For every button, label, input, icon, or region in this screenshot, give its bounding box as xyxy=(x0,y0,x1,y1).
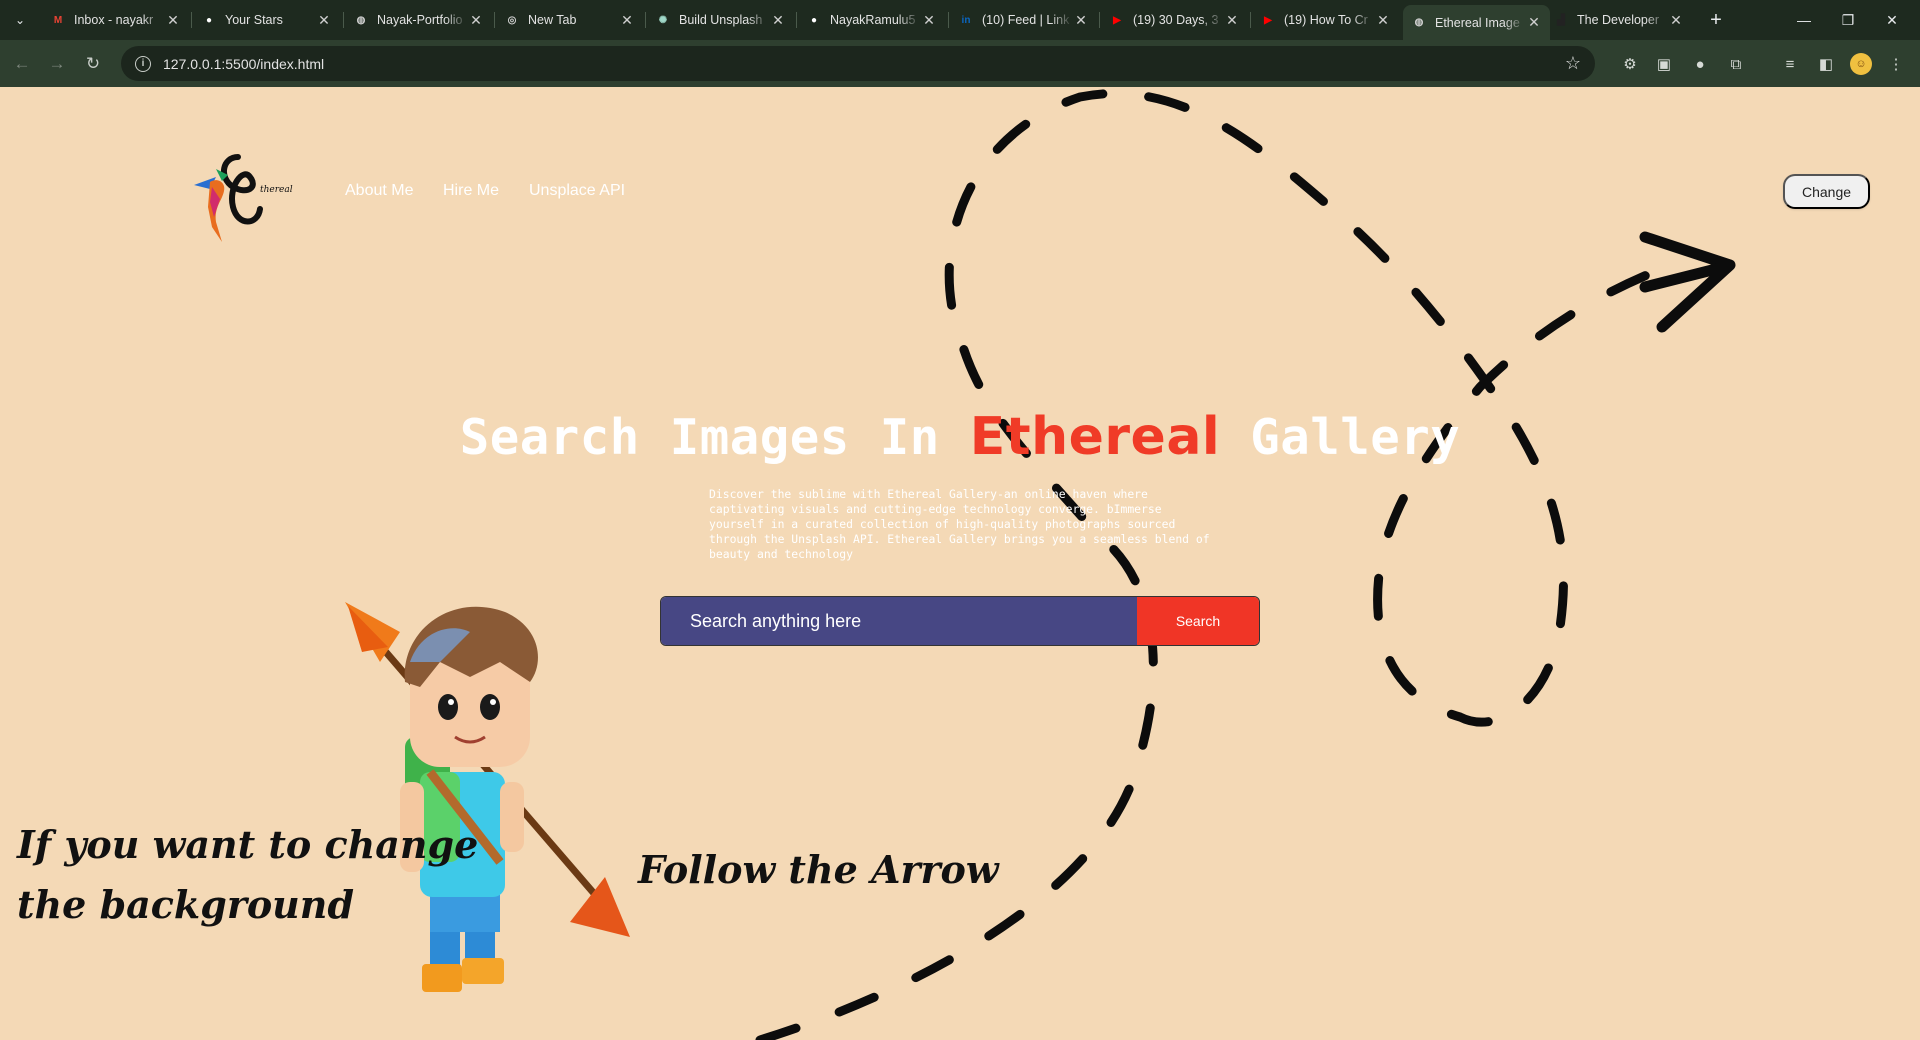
github-icon: ● xyxy=(205,14,213,26)
caption-follow-arrow: Follow the Arrow xyxy=(638,847,999,892)
tab-separator xyxy=(1099,12,1100,28)
browser-tab[interactable]: in (10) Feed | Link ✕ xyxy=(950,6,1097,34)
boy-with-arrow-illustration xyxy=(345,602,630,992)
tab-separator xyxy=(948,12,949,28)
hero-description: Discover the sublime with Ethereal Galle… xyxy=(709,487,1210,561)
tab-title: The Developer xyxy=(1577,13,1659,27)
tab-title: Inbox - nayakr xyxy=(74,13,154,27)
chatgpt-icon: ✺ xyxy=(658,14,668,26)
tab-close-icon[interactable]: ✕ xyxy=(770,12,786,28)
caption-change-background-line2: the background xyxy=(17,882,355,927)
tab-separator xyxy=(494,12,495,28)
tab-close-icon[interactable]: ✕ xyxy=(1224,12,1240,28)
site-info-icon[interactable]: i xyxy=(135,55,151,72)
browser-tab[interactable]: ▟ The Developer ✕ xyxy=(1545,6,1692,34)
browser-tab[interactable]: ◍ Nayak-Portfolio ✕ xyxy=(345,6,492,34)
extension-icon[interactable]: ⚙ xyxy=(1618,52,1642,76)
nav-hire-me[interactable]: Hire Me xyxy=(443,182,499,200)
menu-kebab-icon[interactable]: ⋮ xyxy=(1884,52,1908,76)
extensions-puzzle-icon[interactable]: ⧉ xyxy=(1724,52,1748,76)
tab-title: Nayak-Portfolio xyxy=(377,13,463,27)
tab-close-icon[interactable]: ✕ xyxy=(1375,12,1391,28)
side-panel-icon[interactable]: ◧ xyxy=(1814,52,1838,76)
new-tab-button[interactable]: + xyxy=(1704,8,1728,32)
browser-tab[interactable]: ● Your Stars ✕ xyxy=(193,6,340,34)
tab-search-button[interactable]: ⌄ xyxy=(8,9,32,31)
title-accent: Ethereal xyxy=(969,407,1221,467)
browser-tab[interactable]: ▶ (19) 30 Days, 3 ✕ xyxy=(1101,6,1248,34)
forward-icon[interactable]: → xyxy=(43,50,71,78)
tab-title: (19) 30 Days, 3 xyxy=(1133,13,1219,27)
youtube-icon: ▶ xyxy=(1113,14,1121,26)
github-icon: ● xyxy=(810,14,818,26)
browser-tab[interactable]: ◎ New Tab ✕ xyxy=(496,6,643,34)
globe-icon: ◍ xyxy=(356,14,366,26)
tab-title: Your Stars xyxy=(225,13,283,27)
browser-tab[interactable]: ✺ Build Unsplash ✕ xyxy=(647,6,794,34)
address-bar[interactable]: i 127.0.0.1:5500/index.html ☆ xyxy=(121,46,1595,81)
browser-tab[interactable]: ▶ (19) How To Cr ✕ xyxy=(1252,6,1399,34)
title-prefix: Search Images In xyxy=(459,409,970,466)
search-form: Search xyxy=(660,596,1260,646)
tab-separator xyxy=(645,12,646,28)
tab-separator xyxy=(1250,12,1251,28)
page-title: Search Images In Ethereal Gallery xyxy=(0,407,1920,467)
change-background-button[interactable]: Change xyxy=(1783,174,1870,209)
nav-unsplash-api[interactable]: Unsplace API xyxy=(529,182,625,200)
browser-tab[interactable]: ◍ Ethereal Image ✕ xyxy=(1403,5,1550,40)
tab-close-icon[interactable]: ✕ xyxy=(1668,12,1684,28)
tab-separator xyxy=(796,12,797,28)
tab-title: Ethereal Image xyxy=(1435,15,1520,30)
tab-close-icon[interactable]: ✕ xyxy=(1073,12,1089,28)
tab-close-icon[interactable]: ✕ xyxy=(468,12,484,28)
close-window-icon[interactable]: ✕ xyxy=(1864,0,1920,40)
gmail-icon: M xyxy=(53,14,63,26)
tab-close-icon[interactable]: ✕ xyxy=(165,12,181,28)
reload-icon[interactable]: ↻ xyxy=(79,50,107,78)
tab-close-icon[interactable]: ✕ xyxy=(921,12,937,28)
tab-close-icon[interactable]: ✕ xyxy=(1526,14,1542,31)
youtube-icon: ▶ xyxy=(1264,14,1272,26)
reading-list-icon[interactable]: ≡ xyxy=(1778,52,1802,76)
tab-close-icon[interactable]: ✕ xyxy=(316,12,332,28)
logo-text: thereal xyxy=(260,185,293,195)
mic-icon[interactable]: ● xyxy=(1688,52,1712,76)
browser-tab[interactable]: M Inbox - nayakr ✕ xyxy=(42,6,189,34)
search-input[interactable] xyxy=(661,597,1137,645)
bookmark-star-icon[interactable]: ☆ xyxy=(1565,53,1581,74)
url-text: 127.0.0.1:5500/index.html xyxy=(163,55,325,72)
globe-icon: ◍ xyxy=(1414,17,1424,28)
chrome-icon: ◎ xyxy=(507,14,517,26)
tab-title: NayakRamulu5 xyxy=(830,13,916,27)
tab-title: Build Unsplash xyxy=(679,13,763,27)
ethereal-logo: thereal xyxy=(194,154,293,242)
media-icon[interactable]: ▣ xyxy=(1652,52,1676,76)
page-viewport: thereal About Me Hire Me Unsplace API Ch… xyxy=(0,87,1920,1040)
linkedin-icon: in xyxy=(961,14,971,26)
tab-title: (19) How To Cr xyxy=(1284,13,1368,27)
browser-tab-bar: ⌄ M Inbox - nayakr ✕ ● Your Stars ✕ ◍ Nayak-Por… xyxy=(0,0,1920,40)
title-suffix: Gallery xyxy=(1220,409,1461,466)
browser-toolbar: ← → ↻ i 127.0.0.1:5500/index.html ☆ ⚙ ▣ … xyxy=(0,40,1920,87)
tab-separator xyxy=(191,12,192,28)
tab-title: New Tab xyxy=(528,13,577,27)
tab-separator xyxy=(343,12,344,28)
caption-change-background-line1: If you want to change xyxy=(17,822,479,867)
nav-about-me[interactable]: About Me xyxy=(345,182,413,200)
back-icon[interactable]: ← xyxy=(8,50,36,78)
tab-close-icon[interactable]: ✕ xyxy=(619,12,635,28)
tab-title: (10) Feed | Link xyxy=(982,13,1070,27)
browser-tab[interactable]: ● NayakRamulu5 ✕ xyxy=(798,6,945,34)
search-button[interactable]: Search xyxy=(1137,597,1259,645)
dev-icon: ▟ xyxy=(1557,14,1565,26)
profile-avatar[interactable]: ☺ xyxy=(1850,53,1872,75)
